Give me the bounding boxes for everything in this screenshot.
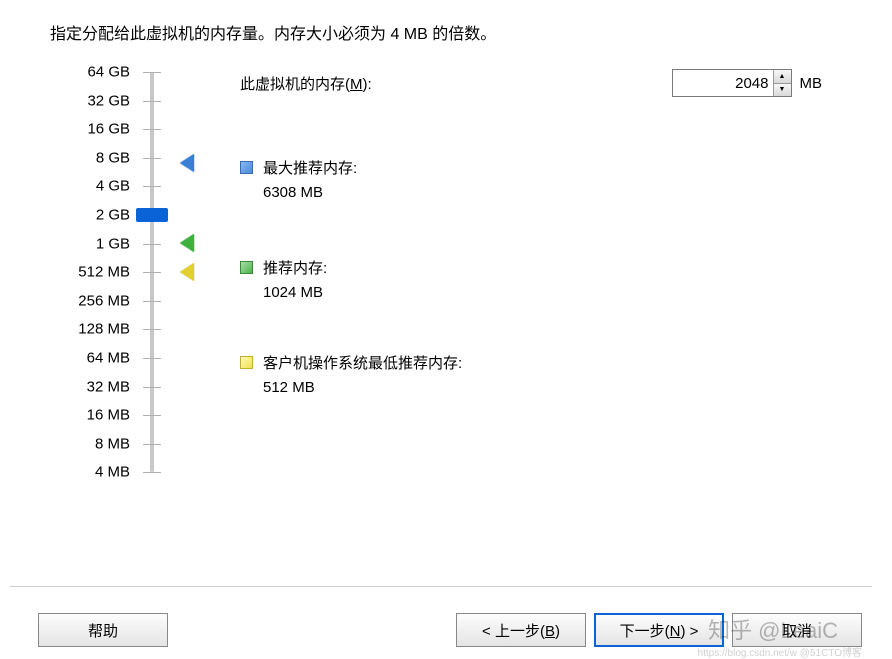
memory-unit: MB	[800, 75, 823, 92]
legend-green-square-icon	[240, 261, 253, 274]
help-button[interactable]: 帮助	[38, 613, 168, 647]
instruction-text: 指定分配给此虚拟机的内存量。内存大小必须为 4 MB 的倍数。	[50, 20, 862, 44]
slider-tick-label: 2 GB	[96, 207, 130, 224]
slider-tick-label: 512 MB	[78, 264, 130, 281]
back-button[interactable]: < 上一步(B)	[456, 613, 586, 647]
slider-tick-label: 16 GB	[87, 121, 130, 138]
memory-spinner[interactable]: ▲ ▼	[672, 69, 792, 97]
divider	[10, 586, 872, 587]
memory-input[interactable]	[673, 70, 773, 96]
slider-tick-label: 64 GB	[87, 64, 130, 81]
recommended-memory-marker-icon	[180, 234, 194, 252]
legend-recommended-memory: 推荐内存: 1024 MB	[240, 257, 327, 305]
max-memory-marker-icon	[180, 154, 194, 172]
slider-tick-label: 4 GB	[96, 178, 130, 195]
slider-tick-label: 128 MB	[78, 321, 130, 338]
slider-tick-label: 1 GB	[96, 235, 130, 252]
slider-tick-label: 4 MB	[95, 464, 130, 481]
slider-tick-label: 8 MB	[95, 435, 130, 452]
slider-tick-label: 16 MB	[87, 407, 130, 424]
legend-blue-square-icon	[240, 161, 253, 174]
memory-label: 此虚拟机的内存(M):	[240, 73, 372, 94]
slider-tick-label: 256 MB	[78, 292, 130, 309]
slider-tick-label: 8 GB	[96, 149, 130, 166]
slider-tick-label: 32 GB	[87, 92, 130, 109]
legend-yellow-square-icon	[240, 356, 253, 369]
spinner-up-icon[interactable]: ▲	[774, 70, 791, 84]
cancel-button[interactable]: 取消	[732, 613, 862, 647]
slider-thumb[interactable]	[136, 208, 168, 222]
memory-slider[interactable]: 64 GB32 GB16 GB8 GB4 GB2 GB1 GB512 MB256…	[50, 72, 200, 512]
min-memory-marker-icon	[180, 263, 194, 281]
legend-max-memory: 最大推荐内存: 6308 MB	[240, 157, 357, 205]
slider-tick-label: 32 MB	[87, 378, 130, 395]
legend-min-memory: 客户机操作系统最低推荐内存: 512 MB	[240, 352, 462, 400]
spinner-down-icon[interactable]: ▼	[774, 84, 791, 97]
slider-tick-label: 64 MB	[87, 350, 130, 367]
next-button[interactable]: 下一步(N) >	[594, 613, 724, 647]
